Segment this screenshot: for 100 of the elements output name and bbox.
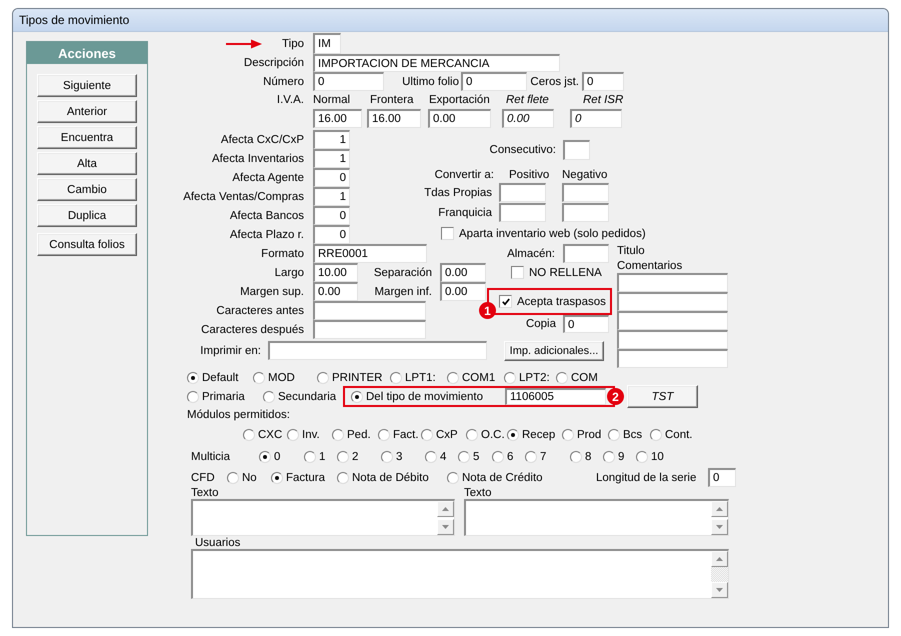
sidebar-button[interactable]: Cambio <box>37 178 137 201</box>
input-field[interactable]: 0 <box>563 315 609 333</box>
radio-button[interactable] <box>243 429 255 441</box>
radio-button[interactable] <box>525 451 537 463</box>
field-label: Ceros jst. <box>530 76 579 88</box>
sidebar-button[interactable]: Alta <box>37 152 137 175</box>
input-field[interactable] <box>499 183 546 202</box>
input-field[interactable]: 16.00 <box>313 109 362 128</box>
action-button[interactable]: TST <box>627 385 698 408</box>
scroll-up-button[interactable] <box>711 551 728 567</box>
radio-button[interactable] <box>317 372 329 384</box>
radio-button[interactable] <box>556 372 568 384</box>
radio-button[interactable] <box>492 451 504 463</box>
input-field[interactable]: 1 <box>313 149 350 168</box>
radio-button[interactable] <box>447 472 459 484</box>
radio-button[interactable] <box>271 472 283 484</box>
sidebar-button[interactable]: Encuentra <box>37 126 137 149</box>
input-field[interactable] <box>563 244 609 263</box>
radio-button[interactable] <box>507 429 519 441</box>
input-field[interactable]: 0 <box>313 72 384 91</box>
radio-button[interactable] <box>263 390 275 402</box>
input-field[interactable]: 0 <box>582 72 624 91</box>
radio-button[interactable] <box>504 372 516 384</box>
checkbox[interactable] <box>499 295 512 308</box>
sidebar-button[interactable]: Consulta folios <box>37 233 137 256</box>
field-label: Afecta Plazo r. <box>230 228 304 240</box>
scroll-up-button[interactable] <box>711 501 728 517</box>
radio-button[interactable] <box>458 451 470 463</box>
scroll-down-button[interactable] <box>437 519 454 535</box>
radio-button[interactable] <box>421 429 433 441</box>
input-field[interactable]: 0 <box>708 468 736 487</box>
column-header: Negativo <box>562 169 608 181</box>
checkbox[interactable] <box>441 227 454 240</box>
sidebar-button[interactable]: Duplica <box>37 204 137 227</box>
input-field[interactable]: 0 <box>461 72 527 91</box>
checkbox[interactable] <box>511 266 524 279</box>
radio-button[interactable] <box>287 429 299 441</box>
input-field[interactable]: 16.00 <box>367 109 421 128</box>
radio-button[interactable] <box>187 390 199 402</box>
input-field[interactable]: 1 <box>313 187 350 206</box>
radio-button[interactable] <box>570 451 582 463</box>
radio-button[interactable] <box>608 429 620 441</box>
text-area[interactable] <box>191 549 729 599</box>
input-field[interactable]: 0 <box>313 206 350 225</box>
radio-button[interactable] <box>390 372 402 384</box>
input-field[interactable]: 0 <box>313 168 350 187</box>
input-field[interactable]: 0.00 <box>313 282 358 301</box>
radio-button[interactable] <box>337 472 349 484</box>
radio-label: 9 <box>618 451 624 463</box>
input-field[interactable] <box>313 301 426 320</box>
input-field[interactable]: 0 <box>570 109 622 128</box>
input-field[interactable] <box>617 349 728 368</box>
radio-button[interactable] <box>337 451 349 463</box>
input-field[interactable] <box>499 203 546 222</box>
scroll-down-button[interactable] <box>711 582 728 598</box>
input-field[interactable] <box>562 203 609 222</box>
radio-button[interactable] <box>636 451 648 463</box>
input-field[interactable]: 0.00 <box>440 282 486 301</box>
input-field[interactable] <box>617 330 728 349</box>
input-field[interactable]: 1 <box>313 130 350 149</box>
scroll-up-button[interactable] <box>437 501 454 517</box>
radio-button[interactable] <box>187 372 199 384</box>
input-field[interactable] <box>313 320 426 339</box>
input-field[interactable] <box>617 273 728 292</box>
radio-button[interactable] <box>425 451 437 463</box>
input-field[interactable]: 0.00 <box>440 263 486 282</box>
input-field[interactable] <box>617 311 728 330</box>
radio-button[interactable] <box>351 390 363 402</box>
radio-button[interactable] <box>466 429 478 441</box>
radio-button[interactable] <box>562 429 574 441</box>
radio-button[interactable] <box>447 372 459 384</box>
input-field[interactable]: 10.00 <box>313 263 358 282</box>
text-area[interactable] <box>464 499 729 536</box>
input-field[interactable]: IMPORTACION DE MERCANCIA <box>313 54 560 72</box>
field-label: Titulo <box>617 245 645 257</box>
input-field[interactable]: 0.00 <box>502 109 554 128</box>
input-field[interactable] <box>563 140 590 160</box>
radio-button[interactable] <box>304 451 316 463</box>
input-field[interactable]: IM <box>313 33 341 54</box>
input-field[interactable]: 0 <box>313 225 350 244</box>
input-field[interactable] <box>617 292 728 311</box>
field-label: Afecta Bancos <box>230 210 304 222</box>
radio-button[interactable] <box>253 372 265 384</box>
input-field[interactable] <box>562 183 609 202</box>
radio-button[interactable] <box>259 451 271 463</box>
radio-button[interactable] <box>378 429 390 441</box>
radio-button[interactable] <box>332 429 344 441</box>
scroll-down-button[interactable] <box>711 519 728 535</box>
input-field[interactable] <box>268 341 487 360</box>
sidebar-button[interactable]: Anterior <box>37 100 137 123</box>
radio-button[interactable] <box>603 451 615 463</box>
input-field[interactable]: 1106005 <box>505 388 606 405</box>
action-button[interactable]: Imp. adicionales... <box>504 340 604 360</box>
input-field[interactable]: 0.00 <box>428 109 491 128</box>
sidebar-button[interactable]: Siguiente <box>37 74 137 97</box>
text-area[interactable] <box>191 499 455 536</box>
radio-button[interactable] <box>381 451 393 463</box>
radio-button[interactable] <box>227 472 239 484</box>
radio-button[interactable] <box>650 429 662 441</box>
input-field[interactable]: RRE0001 <box>313 244 427 263</box>
